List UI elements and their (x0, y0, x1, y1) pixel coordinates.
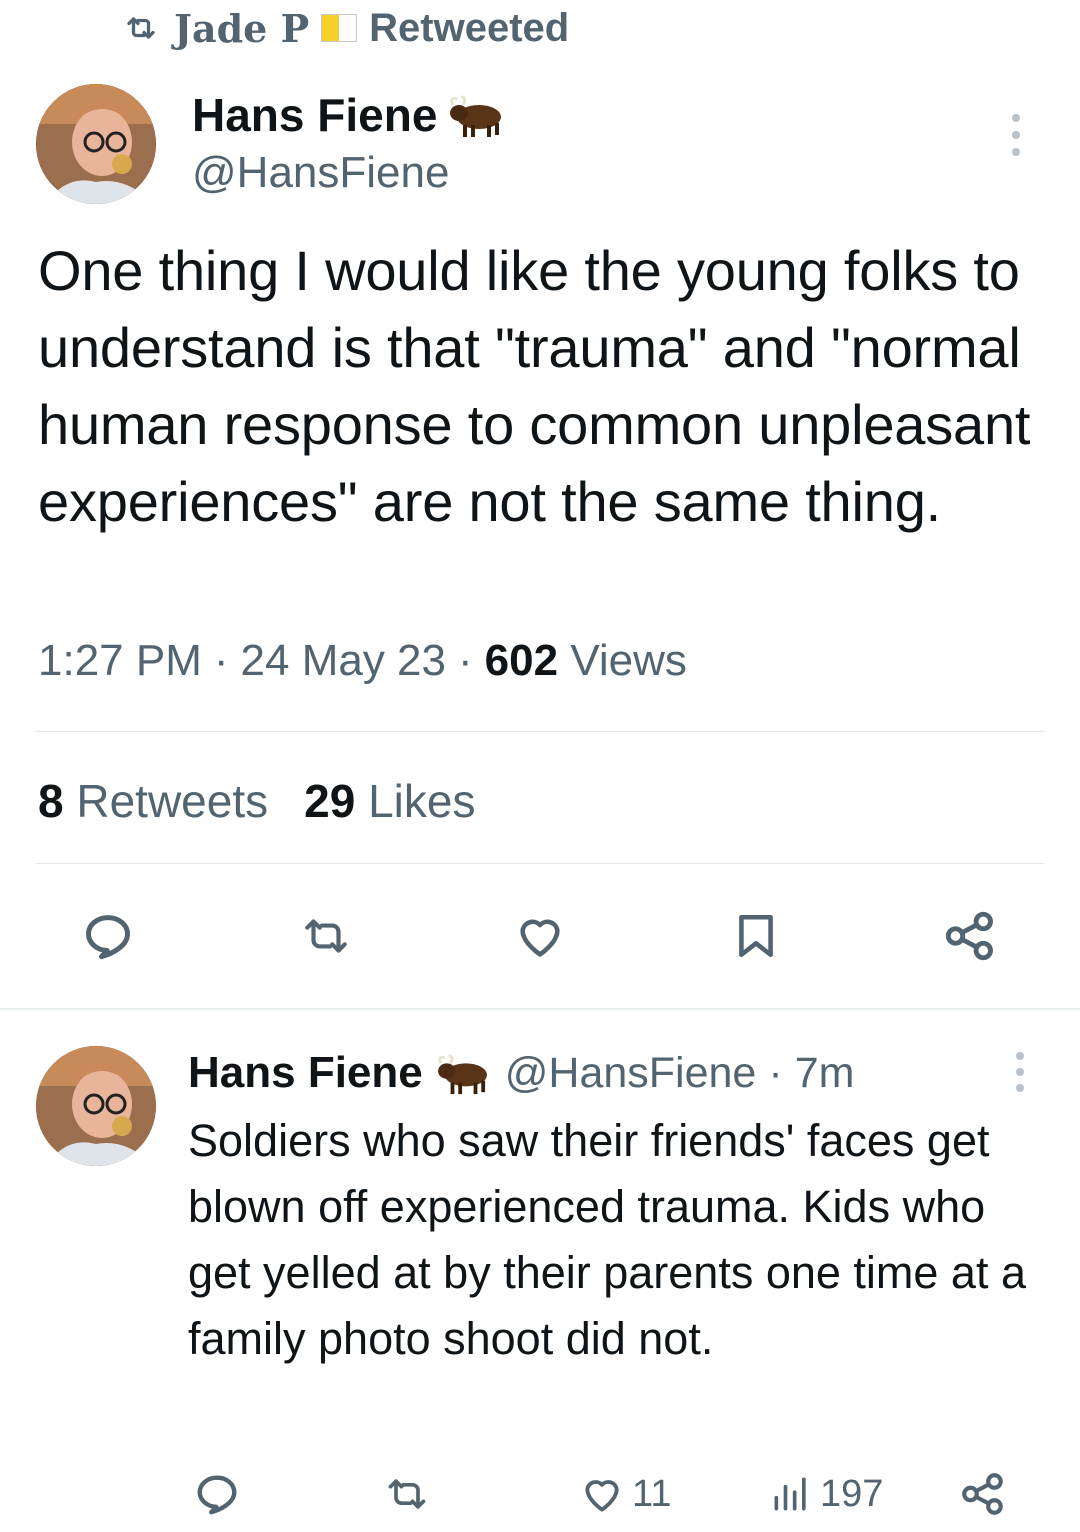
bookmark-button[interactable] (724, 904, 788, 968)
divider (36, 863, 1044, 864)
reply-share-button[interactable] (958, 1466, 1008, 1522)
views-label: Views (570, 636, 687, 685)
views-icon (774, 1477, 806, 1511)
retweets-stat[interactable]: 8 Retweets (38, 774, 268, 828)
reply-avatar[interactable] (36, 1046, 156, 1166)
ox-icon (435, 1050, 493, 1096)
divider (36, 731, 1044, 732)
separator-dot: · (458, 636, 473, 685)
likes-count: 29 (304, 775, 356, 827)
share-icon (962, 1473, 1003, 1515)
like-button[interactable] (508, 904, 572, 968)
more-options-icon[interactable] (1012, 114, 1020, 156)
like-icon (585, 1480, 619, 1512)
reply-author-name[interactable]: Hans Fiene (188, 1048, 423, 1098)
tweet-meta: 1:27 PM · 24 May 23 · 602 Views (38, 636, 687, 686)
reply-icon (86, 915, 130, 960)
reply-views-button[interactable]: 197 (768, 1466, 883, 1522)
avatar[interactable] (36, 84, 156, 204)
ox-icon (447, 91, 507, 139)
share-icon (945, 911, 993, 961)
vatican-flag-icon (321, 14, 358, 42)
reply-retweet-button[interactable] (380, 1466, 434, 1522)
reply-handle[interactable]: @HansFiene (505, 1049, 757, 1098)
reply-header: Hans Fiene @HansFiene · 7m (188, 1048, 854, 1098)
reply-icon (197, 1475, 237, 1515)
tweet-text: One thing I would like the young folks t… (38, 239, 1031, 533)
reply-text: Soldiers who saw their friends' faces ge… (188, 1115, 1026, 1364)
reply-more-options-icon[interactable] (1016, 1052, 1024, 1092)
engagement-stats: 8 Retweets 29 Likes (38, 774, 475, 828)
views-count: 602 (484, 636, 559, 685)
reply-like-button[interactable]: 11 (578, 1466, 671, 1522)
likes-stat[interactable]: 29 Likes (304, 774, 475, 828)
retweet-icon (305, 919, 347, 953)
section-divider (0, 1008, 1080, 1010)
retweeter-name[interactable]: Jade P (174, 6, 309, 51)
reply-like-count: 11 (632, 1472, 672, 1515)
retweeted-label: Retweeted (369, 5, 570, 50)
tweet-time[interactable]: 1:27 PM (38, 636, 202, 686)
likes-label: Likes (368, 775, 476, 827)
separator-dot: · (213, 636, 229, 685)
reply-time[interactable]: 7m (795, 1049, 855, 1098)
separator-dot: · (768, 1048, 783, 1097)
reply-views-count: 197 (820, 1472, 884, 1515)
author-handle[interactable]: @HansFiene (192, 148, 449, 198)
retweet-icon (388, 1479, 426, 1509)
like-icon (520, 919, 560, 957)
share-button[interactable] (938, 904, 1002, 968)
retweet-button[interactable] (294, 904, 358, 968)
retweet-icon (120, 10, 162, 46)
retweets-label: Retweets (76, 775, 269, 827)
author-name[interactable]: Hans Fiene (192, 88, 437, 142)
retweets-count: 8 (38, 775, 64, 827)
reply-button[interactable] (76, 904, 140, 968)
bookmark-icon (739, 914, 773, 958)
tweet-date[interactable]: 24 May 23 (241, 636, 446, 686)
author-name-row[interactable]: Hans Fiene (192, 88, 507, 142)
retweeted-banner[interactable]: Jade P Retweeted (120, 2, 569, 54)
reply-reply-button[interactable] (192, 1466, 242, 1522)
